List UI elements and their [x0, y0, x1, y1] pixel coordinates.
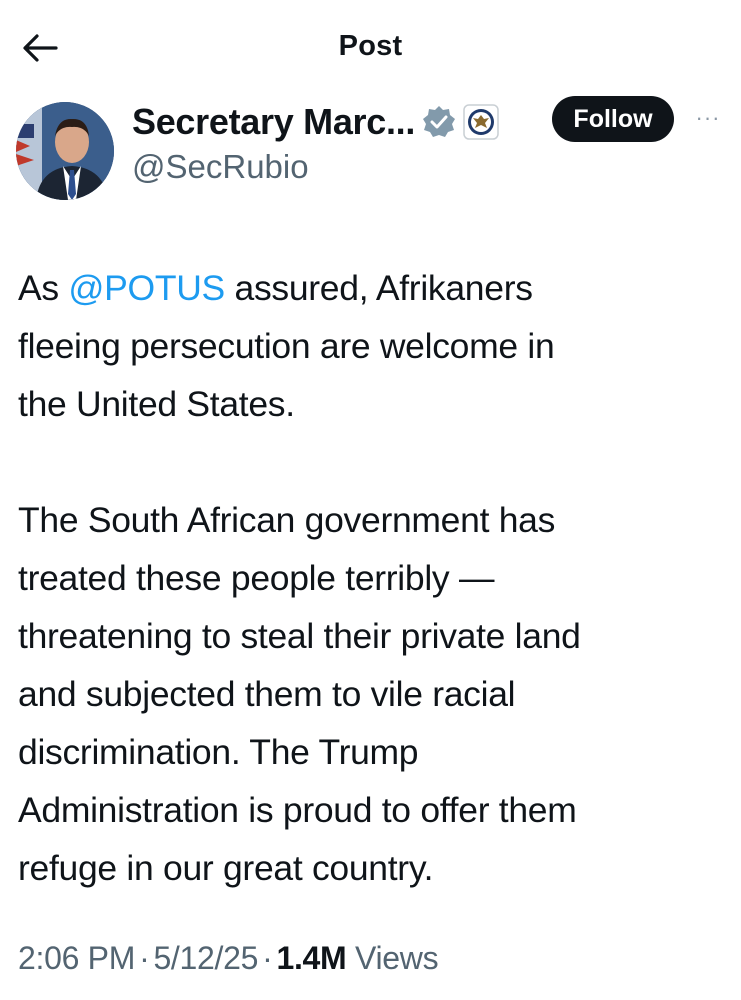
follow-button[interactable]: Follow: [552, 96, 674, 142]
tweet-paragraph-2: The South African government has treated…: [18, 500, 581, 888]
page-title: Post: [338, 30, 403, 62]
user-handle[interactable]: @SecRubio: [132, 148, 309, 186]
text-prefix: As: [18, 268, 69, 308]
post-time[interactable]: 2:06 PM: [18, 940, 135, 976]
verified-badge-icon[interactable]: [421, 104, 457, 140]
mention-link[interactable]: @POTUS: [68, 268, 225, 308]
post-meta: 2:06 PM · 5/12/25 · 1.4M Views: [18, 940, 439, 977]
display-name-row: Secretary Marc...: [132, 100, 499, 144]
display-name[interactable]: Secretary Marc...: [132, 101, 415, 143]
views-count[interactable]: 1.4M: [276, 940, 346, 976]
top-bar: Post: [0, 0, 741, 92]
avatar[interactable]: [16, 102, 114, 200]
tweet-paragraph-1: As @POTUS assured, Afrikaners fleeing pe…: [18, 259, 723, 433]
tweet-text: As @POTUS assured, Afrikaners fleeing pe…: [18, 259, 723, 897]
separator-dot: ·: [139, 940, 150, 976]
views-label: Views: [355, 940, 439, 976]
post-date[interactable]: 5/12/25: [153, 940, 258, 976]
more-icon[interactable]: ···: [688, 103, 728, 133]
separator-dot: ·: [262, 940, 273, 976]
avatar-photo: [16, 102, 114, 200]
state-department-seal-icon[interactable]: [463, 104, 499, 140]
